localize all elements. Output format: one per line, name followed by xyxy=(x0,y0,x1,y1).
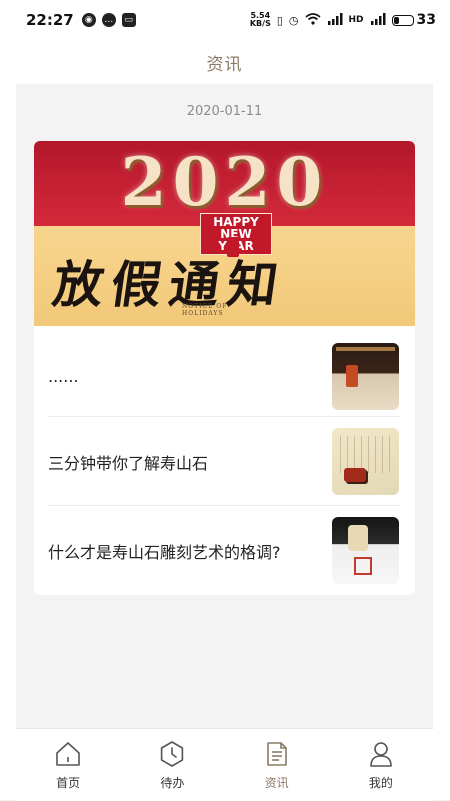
signal-icon-2 xyxy=(370,12,386,28)
news-item[interactable]: ...... xyxy=(48,332,399,421)
app-notification-icon: ◉ xyxy=(81,13,96,27)
wifi-icon xyxy=(304,12,321,28)
notification-icons: ◉ … ▭ xyxy=(81,13,136,27)
battery-icon xyxy=(391,14,414,26)
tab-label: 首页 xyxy=(56,775,81,790)
news-date: 2020-01-11 xyxy=(186,104,263,119)
news-thumbnail xyxy=(332,343,399,410)
right-edge xyxy=(433,40,450,800)
page-title: 资讯 xyxy=(206,54,243,75)
tab-profile[interactable]: 我的 xyxy=(329,729,433,801)
banner-year: 2020 xyxy=(120,143,329,221)
news-thumbnail xyxy=(332,517,399,584)
news-card: 2020 HAPPY NEW YEAR 放假通知 NOTICE OF HOLID… xyxy=(34,141,415,595)
tab-todo[interactable]: 待办 xyxy=(120,729,224,801)
bottom-tab-bar: 首页 待办 资讯 我的 xyxy=(16,728,433,801)
news-item[interactable]: 什么才是寿山石雕刻艺术的格调? xyxy=(48,506,399,595)
document-icon xyxy=(266,741,287,766)
alarm-icon: ◷ xyxy=(288,13,299,27)
banner-calligraphy: 放假通知 xyxy=(49,255,290,314)
app-header: 资讯 xyxy=(16,40,433,84)
battery-indicator: 33 xyxy=(391,12,436,28)
tab-label: 待办 xyxy=(160,775,185,790)
hd-icon: HD xyxy=(348,15,364,25)
news-item-title: ...... xyxy=(48,367,79,386)
status-time: 22:27 xyxy=(26,11,74,29)
news-item-title: 什么才是寿山石雕刻艺术的格调? xyxy=(48,542,281,562)
news-thumbnail xyxy=(332,428,399,495)
message-icon: … xyxy=(101,13,116,27)
news-content[interactable]: 2020-01-11 2020 HAPPY NEW YEAR 放假通知 NOTI… xyxy=(16,84,433,728)
holiday-notice-banner[interactable]: 2020 HAPPY NEW YEAR 放假通知 NOTICE OF HOLID… xyxy=(34,141,415,326)
news-item[interactable]: 三分钟带你了解寿山石 xyxy=(48,417,399,506)
signal-icon-1 xyxy=(327,12,343,28)
network-speed-unit: KB/S xyxy=(249,19,271,28)
tab-label: 资讯 xyxy=(264,775,289,790)
status-bar: 22:27 ◉ … ▭ 5.54 KB/S ▯ ◷ HD 33 xyxy=(0,0,450,40)
left-edge xyxy=(0,40,16,800)
user-icon xyxy=(370,741,392,767)
network-speed: 5.54 KB/S xyxy=(250,12,271,28)
banner-notice-text: NOTICE OF HOLIDAYS xyxy=(182,303,228,317)
status-right-group: 5.54 KB/S ▯ ◷ HD 33 xyxy=(250,12,436,29)
tv-icon: ▭ xyxy=(121,13,136,27)
news-item-title: 三分钟带你了解寿山石 xyxy=(48,453,209,473)
tab-home[interactable]: 首页 xyxy=(16,729,120,801)
tab-label: 我的 xyxy=(368,775,393,790)
vibrate-icon: ▯ xyxy=(276,13,283,27)
home-icon xyxy=(56,741,80,766)
battery-percent: 33 xyxy=(416,12,436,28)
tab-news[interactable]: 资讯 xyxy=(225,729,329,801)
clock-icon xyxy=(161,740,184,767)
